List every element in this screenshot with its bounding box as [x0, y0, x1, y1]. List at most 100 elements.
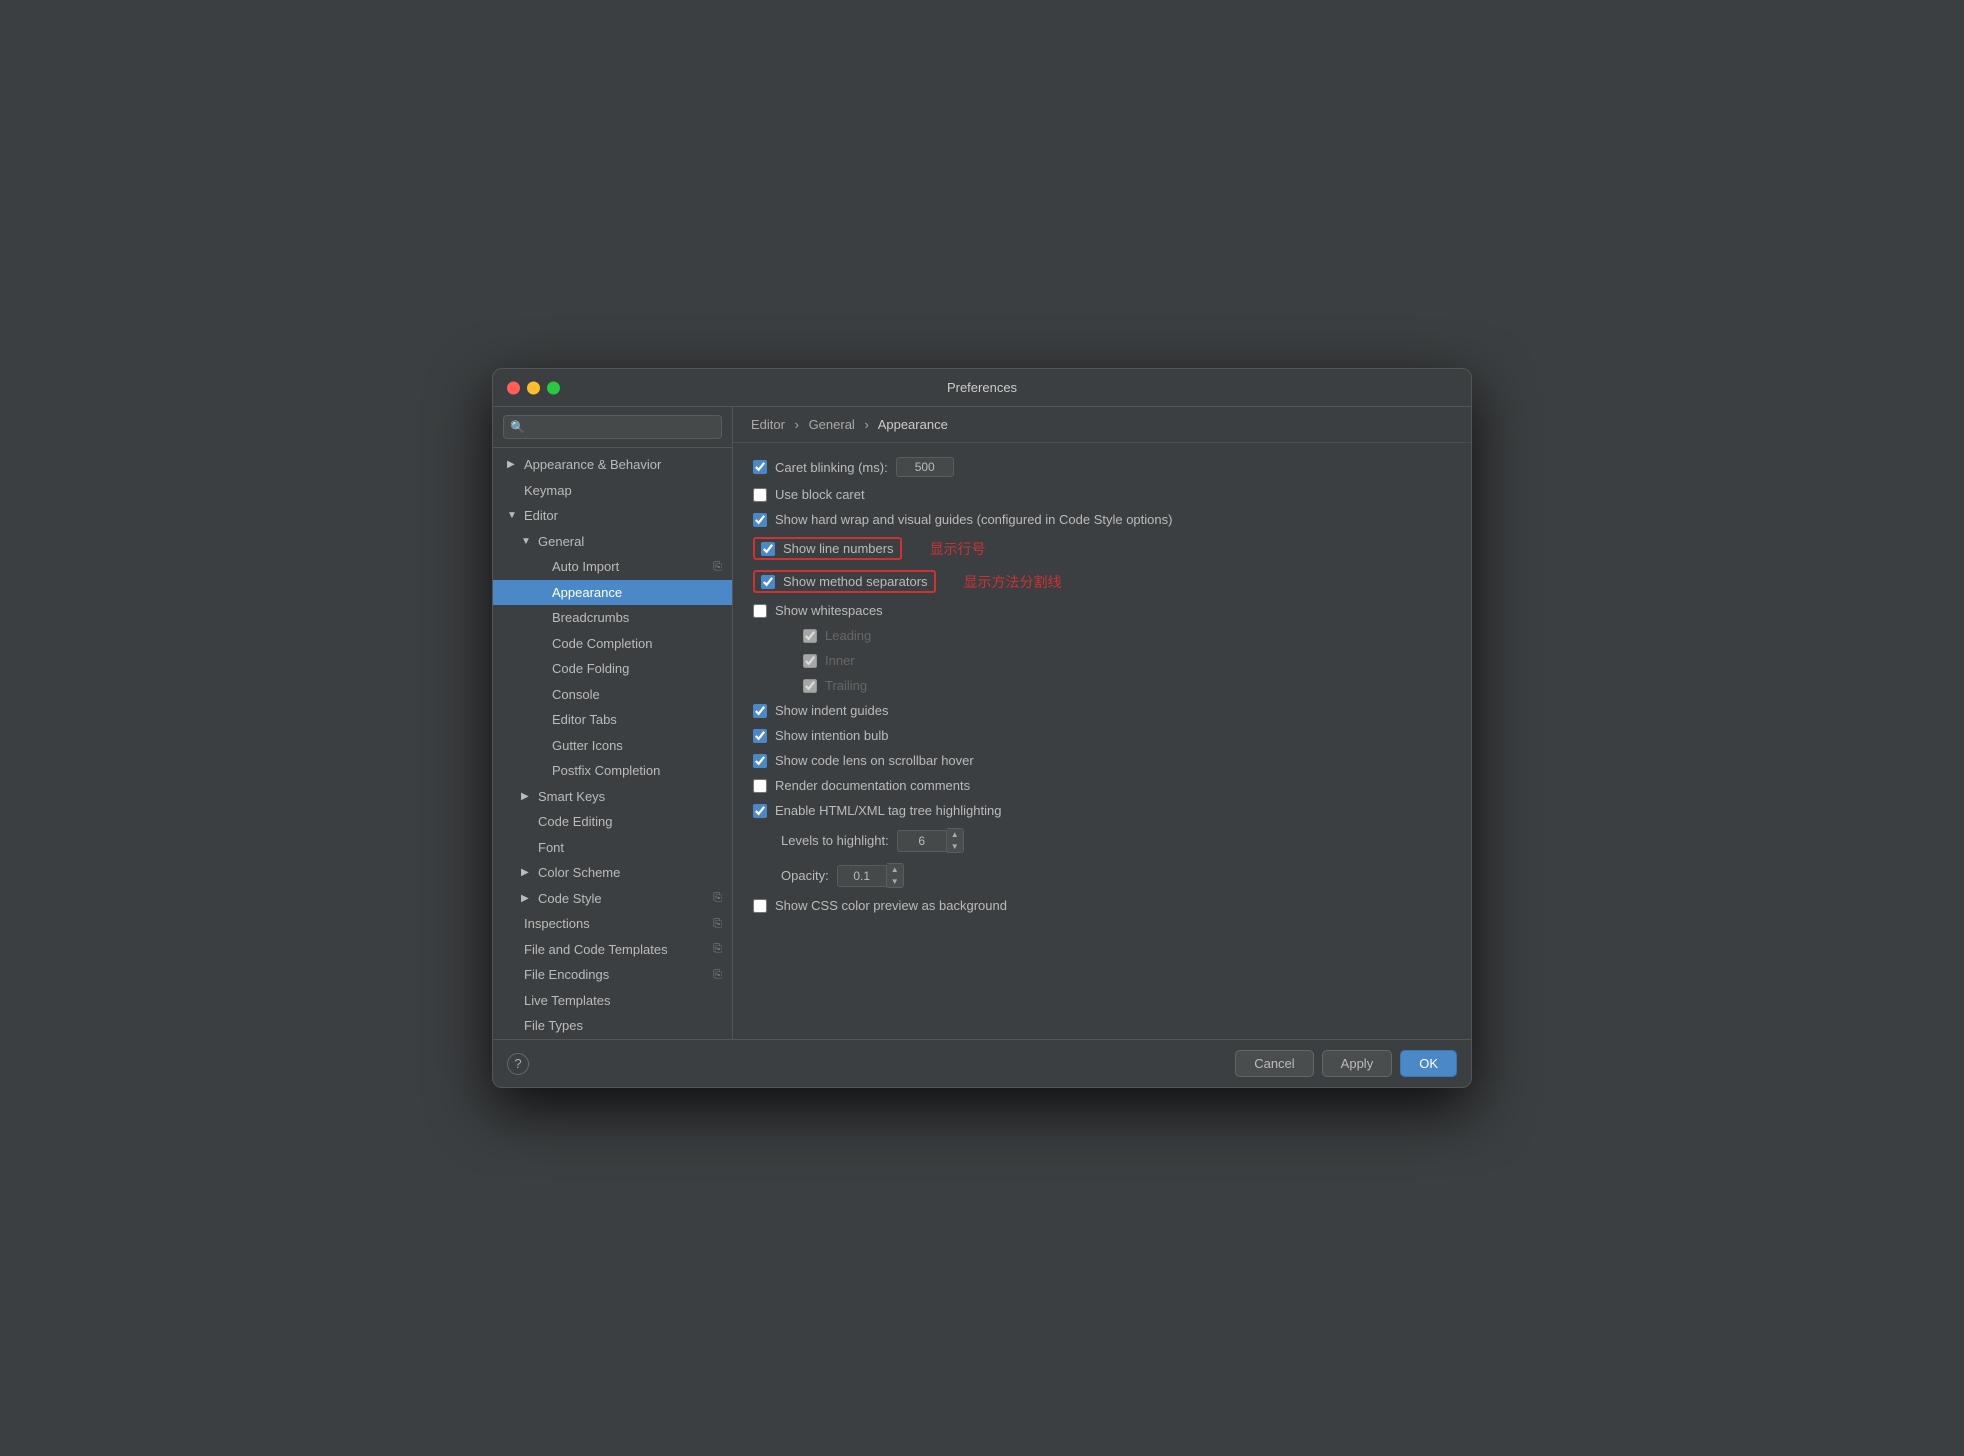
sidebar-item-label: Appearance [552, 583, 722, 603]
method-separators-checkbox[interactable] [761, 575, 775, 589]
whitespaces-row: Show whitespaces [753, 603, 1451, 618]
minimize-button[interactable] [527, 381, 540, 394]
hard-wrap-label: Show hard wrap and visual guides (config… [775, 512, 1172, 527]
sidebar-item-label: Live Templates [524, 991, 722, 1011]
levels-input[interactable] [897, 830, 947, 852]
sidebar-item-code-editing[interactable]: Code Editing [493, 809, 732, 835]
caret-blinking-row: Caret blinking (ms): [753, 457, 1451, 477]
line-numbers-label: Show line numbers [783, 541, 894, 556]
trailing-checkbox[interactable] [803, 679, 817, 693]
sidebar-item-postfix-completion[interactable]: Postfix Completion [493, 758, 732, 784]
render-docs-row: Render documentation comments [753, 778, 1451, 793]
trailing-row: Trailing [753, 678, 1451, 693]
code-lens-label: Show code lens on scrollbar hover [775, 753, 974, 768]
sidebar-item-label: File Types [524, 1016, 722, 1036]
sidebar-item-font[interactable]: Font [493, 835, 732, 861]
sidebar-item-appearance[interactable]: Appearance [493, 580, 732, 606]
method-separators-annotation: 显示方法分割线 [964, 572, 1062, 592]
code-lens-row: Show code lens on scrollbar hover [753, 753, 1451, 768]
sidebar-item-label: Gutter Icons [552, 736, 722, 756]
sidebar-item-file-encodings[interactable]: File Encodings ⎘ [493, 962, 732, 988]
breadcrumb: Editor › General › Appearance [733, 407, 1471, 443]
trailing-label: Trailing [825, 678, 867, 693]
opacity-row: Opacity: ▲ ▼ [753, 863, 1451, 888]
render-docs-checkbox[interactable] [753, 779, 767, 793]
ok-button[interactable]: OK [1400, 1050, 1457, 1077]
whitespaces-label: Show whitespaces [775, 603, 883, 618]
indent-guides-label: Show indent guides [775, 703, 888, 718]
sidebar-item-gutter-icons[interactable]: Gutter Icons [493, 733, 732, 759]
maximize-button[interactable] [547, 381, 560, 394]
sidebar-item-label: Console [552, 685, 722, 705]
arrow-icon: ▼ [521, 534, 533, 549]
css-preview-checkbox[interactable] [753, 899, 767, 913]
html-xml-checkbox[interactable] [753, 804, 767, 818]
breadcrumb-part3: Appearance [878, 417, 948, 432]
html-xml-label: Enable HTML/XML tag tree highlighting [775, 803, 1001, 818]
sidebar-item-label: Code Editing [538, 812, 722, 832]
inner-checkbox[interactable] [803, 654, 817, 668]
search-box: 🔍 [493, 407, 732, 448]
block-caret-row: Use block caret [753, 487, 1451, 502]
levels-highlight-row: Levels to highlight: ▲ ▼ [753, 828, 1451, 853]
sidebar-item-code-folding[interactable]: Code Folding [493, 656, 732, 682]
method-separators-label: Show method separators [783, 574, 928, 589]
sidebar-item-code-style[interactable]: ▶ Code Style ⎘ [493, 886, 732, 912]
line-numbers-annotation: 显示行号 [930, 539, 986, 559]
opacity-down-button[interactable]: ▼ [887, 876, 903, 888]
line-numbers-checkbox[interactable] [761, 542, 775, 556]
copy-icon: ⎘ [713, 967, 722, 984]
main-panel: Editor › General › Appearance Caret blin… [733, 407, 1471, 1039]
sidebar-item-editor[interactable]: ▼ Editor [493, 503, 732, 529]
indent-guides-checkbox[interactable] [753, 704, 767, 718]
sidebar-item-auto-import[interactable]: Auto Import ⎘ [493, 554, 732, 580]
line-numbers-highlight: Show line numbers [753, 537, 902, 560]
sidebar-item-label: Breadcrumbs [552, 608, 722, 628]
sidebar-tree: ▶ Appearance & Behavior Keymap ▼ Editor … [493, 448, 732, 1039]
sidebar-item-smart-keys[interactable]: ▶ Smart Keys [493, 784, 732, 810]
sidebar-item-file-types[interactable]: File Types [493, 1013, 732, 1039]
method-separators-highlight: Show method separators [753, 570, 936, 593]
hard-wrap-checkbox[interactable] [753, 513, 767, 527]
copy-icon: ⎘ [713, 916, 722, 933]
intention-bulb-checkbox[interactable] [753, 729, 767, 743]
block-caret-checkbox[interactable] [753, 488, 767, 502]
caret-blinking-checkbox[interactable] [753, 460, 767, 474]
sidebar-item-file-code-templates[interactable]: File and Code Templates ⎘ [493, 937, 732, 963]
sidebar-item-live-templates[interactable]: Live Templates [493, 988, 732, 1014]
settings-content: Caret blinking (ms): Use block caret Sho… [733, 443, 1471, 1039]
apply-button[interactable]: Apply [1322, 1050, 1393, 1077]
sidebar-item-code-completion[interactable]: Code Completion [493, 631, 732, 657]
caret-blinking-input[interactable] [896, 457, 954, 477]
opacity-up-button[interactable]: ▲ [887, 864, 903, 876]
sidebar-item-appearance-behavior[interactable]: ▶ Appearance & Behavior [493, 452, 732, 478]
leading-checkbox[interactable] [803, 629, 817, 643]
breadcrumb-part1: Editor [751, 417, 785, 432]
search-wrapper: 🔍 [503, 415, 722, 439]
help-button[interactable]: ? [507, 1053, 529, 1075]
sidebar-item-console[interactable]: Console [493, 682, 732, 708]
sidebar-item-keymap[interactable]: Keymap [493, 478, 732, 504]
search-input[interactable] [503, 415, 722, 439]
content-area: 🔍 ▶ Appearance & Behavior Keymap ▼ [493, 407, 1471, 1039]
sidebar-item-breadcrumbs[interactable]: Breadcrumbs [493, 605, 732, 631]
sidebar-item-label: Editor Tabs [552, 710, 722, 730]
cancel-button[interactable]: Cancel [1235, 1050, 1313, 1077]
whitespaces-checkbox[interactable] [753, 604, 767, 618]
leading-label: Leading [825, 628, 871, 643]
close-button[interactable] [507, 381, 520, 394]
code-lens-checkbox[interactable] [753, 754, 767, 768]
levels-up-button[interactable]: ▲ [947, 829, 963, 841]
title-bar: Preferences [493, 369, 1471, 407]
copy-icon: ⎘ [713, 559, 722, 576]
leading-row: Leading [753, 628, 1451, 643]
levels-down-button[interactable]: ▼ [947, 841, 963, 853]
arrow-icon: ▶ [521, 789, 533, 804]
sidebar-item-color-scheme[interactable]: ▶ Color Scheme [493, 860, 732, 886]
sidebar-item-general[interactable]: ▼ General [493, 529, 732, 555]
sidebar-item-inspections[interactable]: Inspections ⎘ [493, 911, 732, 937]
opacity-input[interactable] [837, 865, 887, 887]
window-title: Preferences [947, 380, 1017, 395]
sidebar-item-label: General [538, 532, 722, 552]
sidebar-item-editor-tabs[interactable]: Editor Tabs [493, 707, 732, 733]
